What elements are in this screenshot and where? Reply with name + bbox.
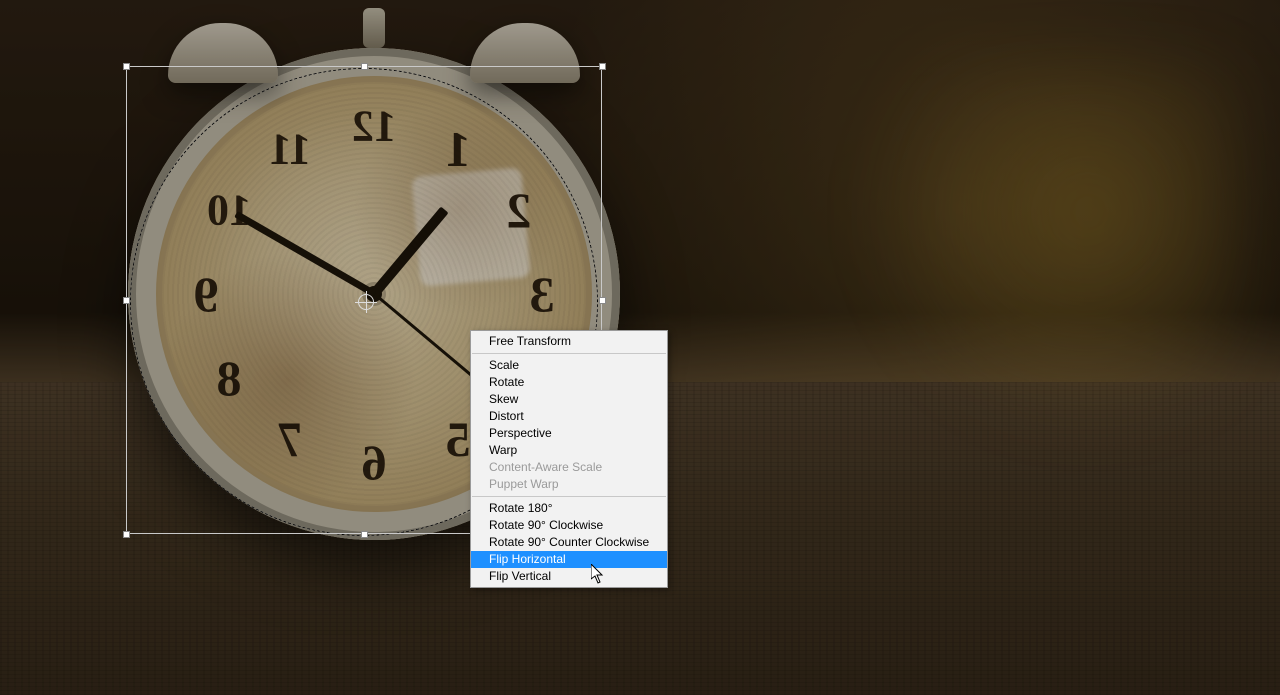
menu-item-distort[interactable]: Distort xyxy=(471,408,667,425)
menu-item-flipv[interactable]: Flip Vertical xyxy=(471,568,667,585)
transform-handle-n[interactable] xyxy=(361,63,368,70)
menu-item-skew[interactable]: Skew xyxy=(471,391,667,408)
menu-item-rot90cw[interactable]: Rotate 90° Clockwise xyxy=(471,517,667,534)
canvas-area[interactable]: 121234567891011 Free TransformScaleRotat… xyxy=(0,0,1280,695)
transform-handle-ne[interactable] xyxy=(599,63,606,70)
transform-context-menu[interactable]: Free Transform ScaleRotateSkewDistortPers… xyxy=(470,330,668,588)
menu-item-perspective[interactable]: Perspective xyxy=(471,425,667,442)
transform-handle-s[interactable] xyxy=(361,531,368,538)
background-bokeh xyxy=(860,60,1240,440)
menu-item-rotate[interactable]: Rotate xyxy=(471,374,667,391)
menu-item-puppet: Puppet Warp xyxy=(471,476,667,493)
transform-handle-sw[interactable] xyxy=(123,531,130,538)
menu-separator xyxy=(472,353,666,354)
menu-item-scale[interactable]: Scale xyxy=(471,357,667,374)
clock-stem xyxy=(363,8,385,48)
menu-item-cas: Content-Aware Scale xyxy=(471,459,667,476)
transform-handle-nw[interactable] xyxy=(123,63,130,70)
menu-item-warp[interactable]: Warp xyxy=(471,442,667,459)
transform-center-marker[interactable] xyxy=(358,294,374,310)
menu-item-fliph[interactable]: Flip Horizontal xyxy=(471,551,667,568)
menu-separator xyxy=(472,496,666,497)
transform-handle-w[interactable] xyxy=(123,297,130,304)
transform-handle-e[interactable] xyxy=(599,297,606,304)
menu-item-rot90cc[interactable]: Rotate 90° Counter Clockwise xyxy=(471,534,667,551)
menu-item-free_transform[interactable]: Free Transform xyxy=(471,333,667,350)
menu-item-rot180[interactable]: Rotate 180° xyxy=(471,500,667,517)
